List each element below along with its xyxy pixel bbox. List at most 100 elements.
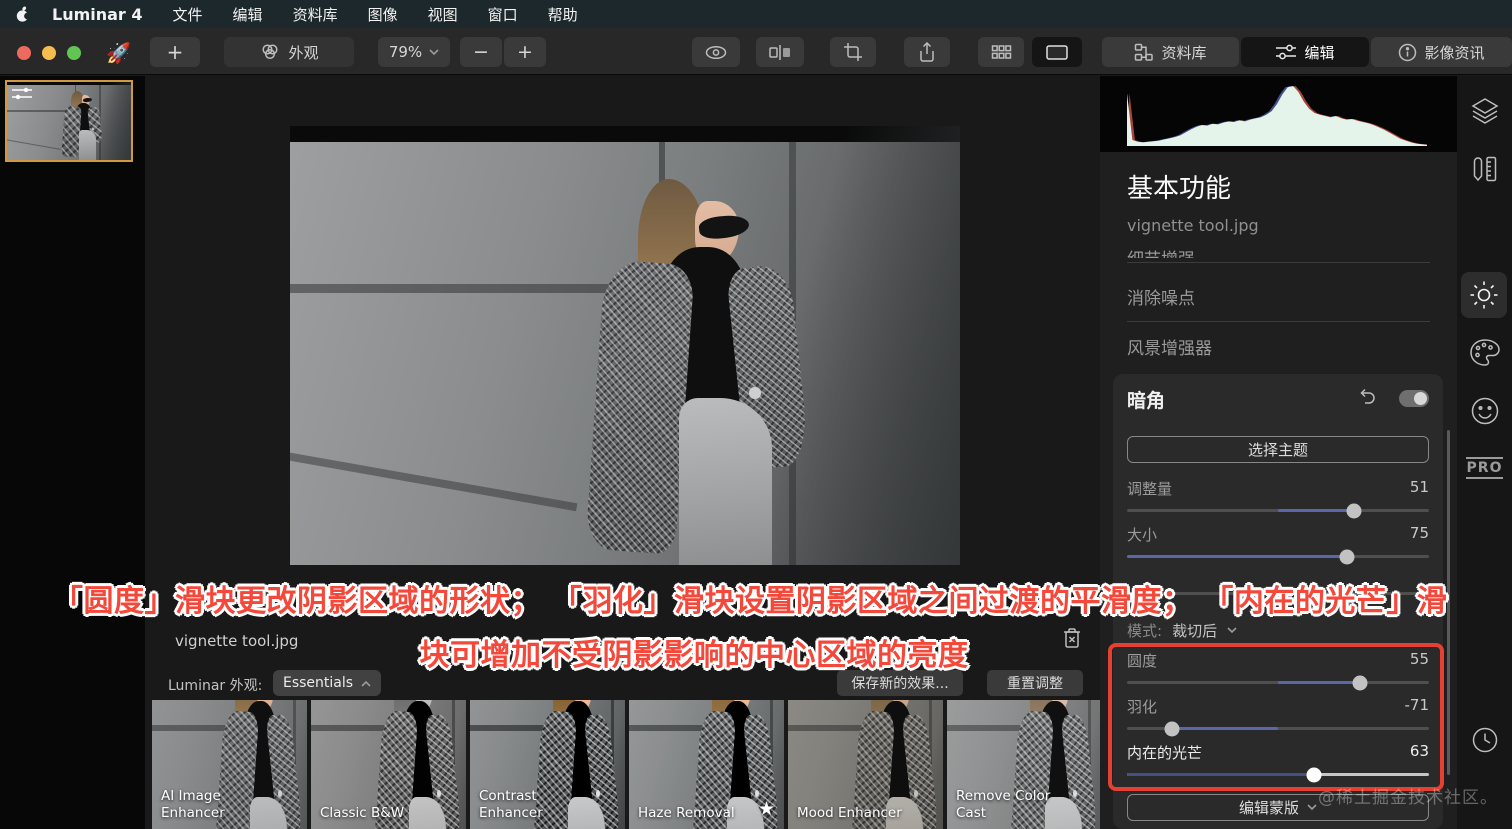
slider-track[interactable] — [1127, 675, 1429, 690]
slider-thumb[interactable] — [1306, 767, 1322, 782]
filmstrip-thumbnail-selected[interactable] — [5, 80, 133, 162]
single-view-button[interactable] — [1032, 37, 1082, 67]
preset-thumb-haze[interactable]: Haze Removal ★ — [629, 700, 784, 829]
before-after-icon — [769, 44, 790, 60]
looks-button[interactable]: 外观 — [224, 37, 354, 67]
tab-edit-label: 编辑 — [1304, 43, 1335, 62]
slider-value: 75 — [1409, 524, 1429, 542]
menu-item-3[interactable]: 资料库 — [293, 4, 338, 25]
window-zoom-button[interactable] — [67, 46, 81, 60]
canvas-tool[interactable] — [1471, 155, 1499, 183]
menu-bar: Luminar 4 文件 编辑 资料库 图像 视图 窗口 帮助 — [0, 0, 1512, 28]
zoom-out-label: − — [473, 41, 489, 63]
slider-track[interactable] — [1127, 767, 1429, 782]
slider-label: 羽化 — [1127, 698, 1158, 716]
annotation-line-1: 「圆度」滑块更改阴影区域的形状； 「羽化」滑块设置阴影区域之间过渡的平滑度； 「… — [53, 584, 1448, 619]
slider-value: 63 — [1409, 742, 1429, 760]
rocket-icon[interactable]: 🚀 — [106, 41, 131, 65]
preset-label: Contrast Enhancer — [479, 787, 543, 822]
slider-thumb[interactable] — [1346, 503, 1361, 518]
undo-button[interactable] — [1357, 387, 1377, 405]
slider-amount[interactable]: 调整量 51 — [1127, 478, 1429, 524]
pro-tools-label[interactable]: PRO — [1465, 457, 1504, 479]
tab-library[interactable]: 资料库 — [1102, 37, 1239, 67]
app-menu-title[interactable]: Luminar 4 — [52, 5, 143, 24]
export-button[interactable] — [904, 37, 950, 67]
menu-item-1[interactable]: 文件 — [173, 4, 203, 25]
apple-menu-icon[interactable] — [16, 6, 30, 23]
section-landscape-enhancer[interactable]: 风景增强器 — [1127, 334, 1212, 359]
canvas-filename: vignette tool.jpg — [175, 632, 299, 650]
slider-roundness[interactable]: 圆度 55 — [1127, 650, 1429, 696]
menu-item-7[interactable]: 帮助 — [548, 4, 578, 25]
tab-edit[interactable]: 编辑 — [1241, 37, 1369, 67]
add-image-button[interactable]: + — [150, 37, 200, 67]
slider-thumb[interactable] — [1352, 675, 1368, 690]
menu-item-4[interactable]: 图像 — [368, 4, 398, 25]
menu-item-6[interactable]: 窗口 — [488, 4, 518, 25]
histogram-band — [1100, 76, 1457, 152]
watermark: @稀土掘金技术社区。 — [1318, 788, 1498, 808]
choose-theme-button[interactable]: 选择主题 — [1127, 436, 1429, 463]
slider-feather[interactable]: 羽化 -71 — [1127, 696, 1429, 742]
crop-button[interactable] — [830, 37, 876, 67]
preset-label: AI Image Enhancer — [161, 787, 225, 822]
edit-mask-label: 编辑蒙版 — [1238, 799, 1299, 817]
zoom-level-dropdown[interactable]: 79% — [378, 37, 450, 67]
section-details-enhancer[interactable]: 细节增强 — [1127, 245, 1195, 258]
looks-collection-dropdown[interactable]: Essentials — [273, 670, 382, 696]
preset-label: Classic B&W — [320, 805, 405, 822]
history-tool[interactable] — [1471, 726, 1499, 754]
vignette-toggle[interactable] — [1399, 390, 1429, 407]
preset-thumb-contrast[interactable]: Contrast Enhancer — [470, 700, 625, 829]
zoom-in-button[interactable]: + — [504, 37, 546, 67]
panel-scrollbar[interactable] — [1447, 430, 1450, 775]
preset-label: Remove Color Cast — [956, 787, 1051, 822]
zoom-out-button[interactable]: − — [460, 37, 502, 67]
compare-button[interactable] — [756, 37, 804, 67]
crop-icon — [844, 43, 862, 61]
editor-canvas: vignette tool.jpg Luminar 外观: Essentials… — [145, 76, 1100, 829]
window-minimize-button[interactable] — [42, 46, 56, 60]
preview-button[interactable] — [692, 37, 740, 67]
smiley-icon — [1471, 397, 1498, 425]
slider-track[interactable] — [1127, 503, 1429, 518]
favorite-star-icon[interactable]: ★ — [758, 798, 775, 820]
preset-label: Mood Enhancer — [797, 805, 902, 822]
undo-icon — [1360, 388, 1375, 404]
main-photo[interactable] — [290, 126, 960, 565]
tab-info[interactable]: 影像资讯 — [1371, 37, 1512, 67]
slider-inner-light[interactable]: 内在的光芒 63 — [1127, 742, 1429, 788]
chevron-down-icon — [429, 48, 439, 55]
creative-tool[interactable] — [1469, 338, 1501, 368]
menu-item-2[interactable]: 编辑 — [233, 4, 263, 25]
slider-thumb[interactable] — [1164, 721, 1180, 736]
slider-track[interactable] — [1127, 549, 1429, 564]
preset-thumb-bw[interactable]: Classic B&W — [311, 700, 466, 829]
window-close-button[interactable] — [17, 46, 31, 60]
slider-track[interactable] — [1127, 721, 1429, 736]
slider-thumb[interactable] — [1339, 549, 1355, 564]
layers-icon — [1471, 98, 1498, 124]
edit-side-panel: 基本功能 vignette tool.jpg 细节增强 消除噪点 风景增强器 暗… — [1100, 76, 1457, 829]
edited-badge-icon — [12, 87, 32, 100]
reset-adjustments-button[interactable]: 重置调整 — [987, 670, 1083, 696]
chevron-down-icon — [1227, 627, 1237, 634]
essentials-tool-selected[interactable] — [1461, 272, 1507, 318]
preset-thumb-mood[interactable]: Mood Enhancer — [788, 700, 943, 829]
section-denoise[interactable]: 消除噪点 — [1127, 284, 1195, 309]
delete-button[interactable] — [1061, 627, 1083, 651]
choose-theme-label: 选择主题 — [1247, 441, 1308, 459]
gallery-view-button[interactable] — [978, 37, 1024, 67]
mode-row[interactable]: 模式: 裁切后 — [1127, 620, 1237, 641]
portrait-tool[interactable] — [1470, 396, 1500, 426]
layers-tool[interactable] — [1470, 97, 1500, 125]
slider-label: 内在的光芒 — [1127, 744, 1203, 762]
preset-thumb-cast[interactable]: Remove Color Cast — [947, 700, 1100, 829]
preset-thumb-ai[interactable]: AI Image Enhancer — [152, 700, 307, 829]
slider-value: -71 — [1404, 696, 1430, 714]
single-view-icon — [1046, 44, 1068, 60]
slider-label: 圆度 — [1127, 652, 1158, 670]
slider-size[interactable]: 大小 75 — [1127, 524, 1429, 570]
menu-item-5[interactable]: 视图 — [428, 4, 458, 25]
